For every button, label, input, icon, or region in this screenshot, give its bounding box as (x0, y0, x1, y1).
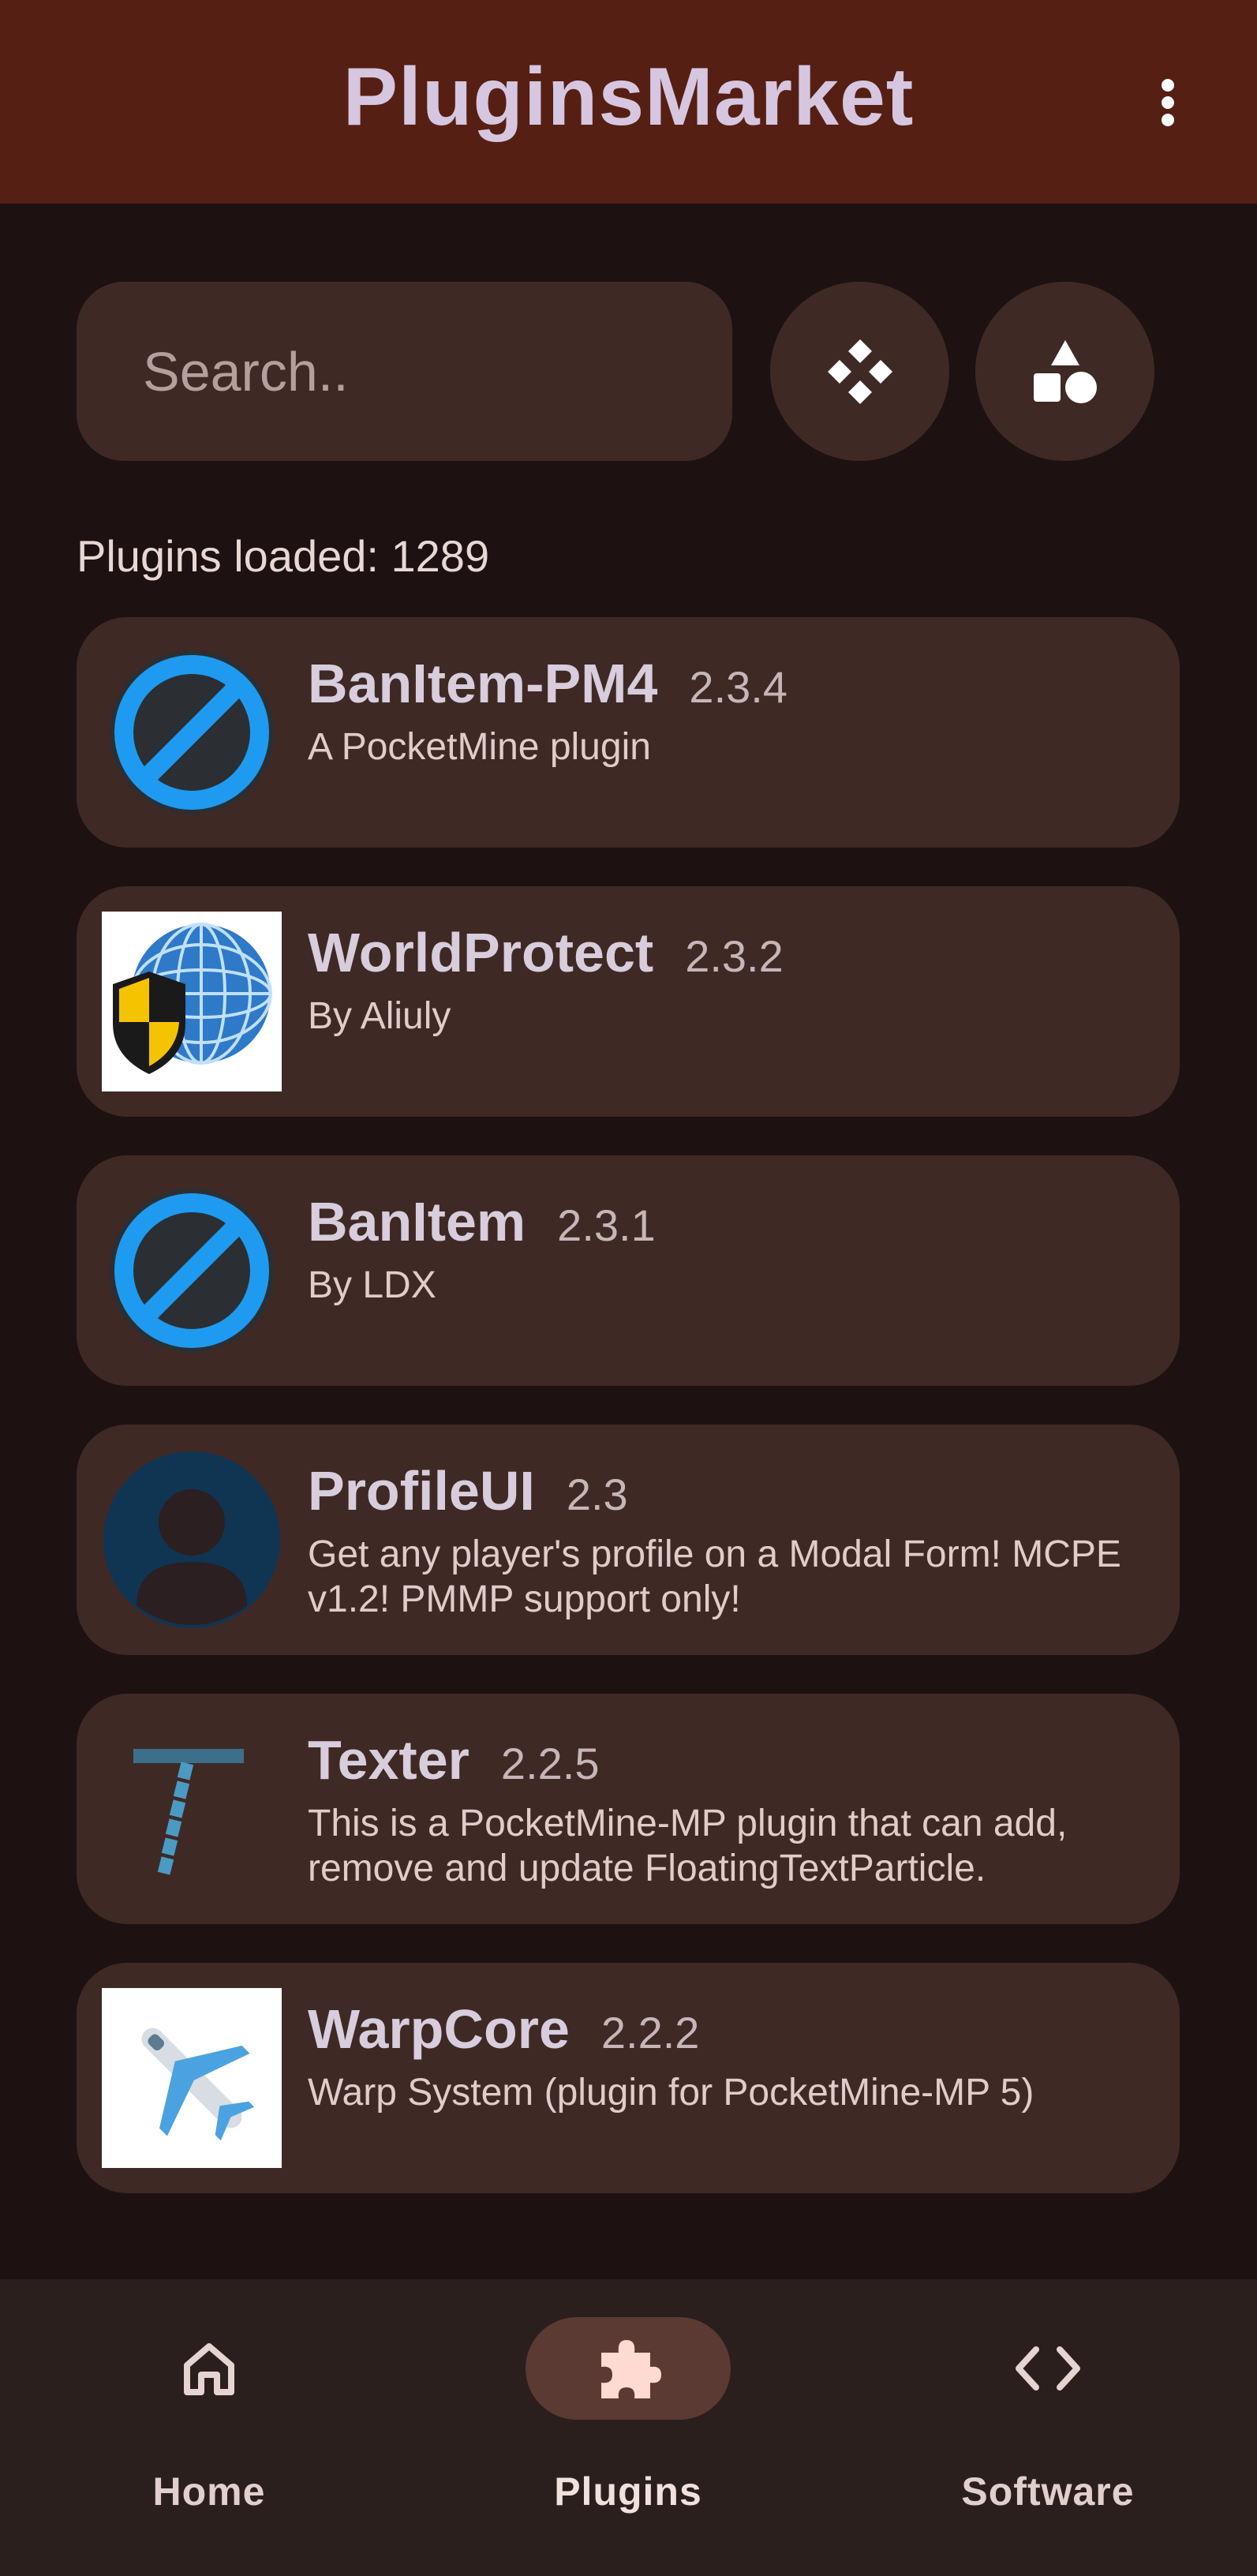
plugin-icon (102, 1988, 282, 2168)
more-vert-icon (1162, 79, 1174, 126)
code-icon (1016, 2346, 1080, 2391)
plugin-card-banitem-pm4[interactable]: BanItem-PM4 2.3.4 A PocketMine plugin (77, 617, 1180, 848)
puzzle-icon (601, 2340, 661, 2398)
filter-button[interactable] (770, 282, 949, 461)
nav-icon-container (945, 2317, 1150, 2420)
diamond-grid-icon (827, 339, 892, 404)
plugin-version: 2.3.4 (689, 662, 787, 712)
category-button[interactable] (975, 282, 1154, 461)
plugin-card-banitem[interactable]: BanItem 2.3.1 By LDX (77, 1155, 1180, 1386)
nav-label: Software (961, 2469, 1135, 2514)
home-icon (184, 2343, 234, 2395)
plugin-card-profileui[interactable]: ProfileUI 2.3 Get any player's profile on… (77, 1425, 1180, 1655)
plugin-version: 2.3 (566, 1470, 628, 1519)
globe-shield-icon (113, 923, 272, 1074)
app-bar: PluginsMarket (0, 0, 1257, 204)
plugin-title: BanItem-PM4 2.3.4 (308, 652, 787, 715)
plugin-description: A PocketMine plugin (308, 726, 651, 768)
plugin-icon (102, 1181, 282, 1361)
plugin-icon (102, 1719, 282, 1899)
nav-item-plugins[interactable]: Plugins (470, 2279, 786, 2576)
plugin-name: WarpCore (308, 1998, 570, 2060)
more-options-button[interactable] (1136, 63, 1199, 142)
search-field[interactable] (77, 282, 732, 461)
plugin-description: By LDX (308, 1264, 436, 1306)
plugins-count-label: Plugins loaded: 1289 (77, 531, 490, 581)
plugin-icon (102, 642, 282, 822)
nav-icon-container (526, 2317, 731, 2420)
plugin-icon (102, 912, 282, 1091)
nav-item-software[interactable]: Software (890, 2279, 1206, 2576)
texter-icon (133, 1749, 244, 1875)
plugin-name: Texter (308, 1729, 470, 1791)
shapes-icon (1033, 339, 1097, 403)
plugin-version: 2.2.5 (500, 1739, 600, 1788)
plugin-description: Get any player's profile on a Modal Form… (308, 1533, 1121, 1620)
plugin-title: WarpCore 2.2.2 (308, 1998, 699, 2061)
plugin-title: Texter 2.2.5 (308, 1728, 599, 1792)
ban-icon (110, 650, 274, 814)
plugin-name: BanItem-PM4 (308, 653, 658, 714)
plugin-card-worldprotect[interactable]: WorldProtect 2.3.2 By Aliuly (77, 886, 1180, 1117)
nav-icon-container (107, 2317, 312, 2420)
nav-label: Plugins (554, 2469, 702, 2514)
plugin-description: By Aliuly (308, 995, 451, 1037)
airplane-icon (141, 2027, 255, 2141)
plugin-card-texter[interactable]: Texter 2.2.5 This is a PocketMine-MP plug… (77, 1694, 1180, 1924)
nav-label: Home (152, 2469, 266, 2514)
plugin-name: ProfileUI (308, 1460, 535, 1522)
plugin-version: 2.2.2 (600, 2008, 700, 2057)
plugin-title: WorldProtect 2.3.2 (308, 921, 784, 984)
plugin-name: WorldProtect (308, 922, 654, 983)
app-title: PluginsMarket (342, 51, 915, 143)
plugin-description: This is a PocketMine-MP plugin that can … (308, 1803, 1068, 1889)
ban-icon (110, 1189, 274, 1353)
plugin-title: ProfileUI 2.3 (308, 1459, 628, 1522)
plugin-description: Warp System (plugin for PocketMine-MP 5) (308, 2072, 1034, 2114)
plugin-version: 2.3.1 (557, 1200, 656, 1250)
user-avatar-icon (103, 1451, 280, 1628)
nav-item-home[interactable]: Home (51, 2279, 367, 2576)
plugin-card-warpcore[interactable]: WarpCore 2.2.2 Warp System (plugin for Po… (77, 1963, 1180, 2193)
search-input[interactable] (143, 339, 732, 403)
bottom-navigation: Home Plugins Software (0, 2279, 1257, 2576)
plugin-name: BanItem (308, 1191, 526, 1252)
plugin-icon (102, 1450, 282, 1630)
plugin-title: BanItem 2.3.1 (308, 1190, 656, 1253)
plugin-version: 2.3.2 (685, 931, 784, 981)
